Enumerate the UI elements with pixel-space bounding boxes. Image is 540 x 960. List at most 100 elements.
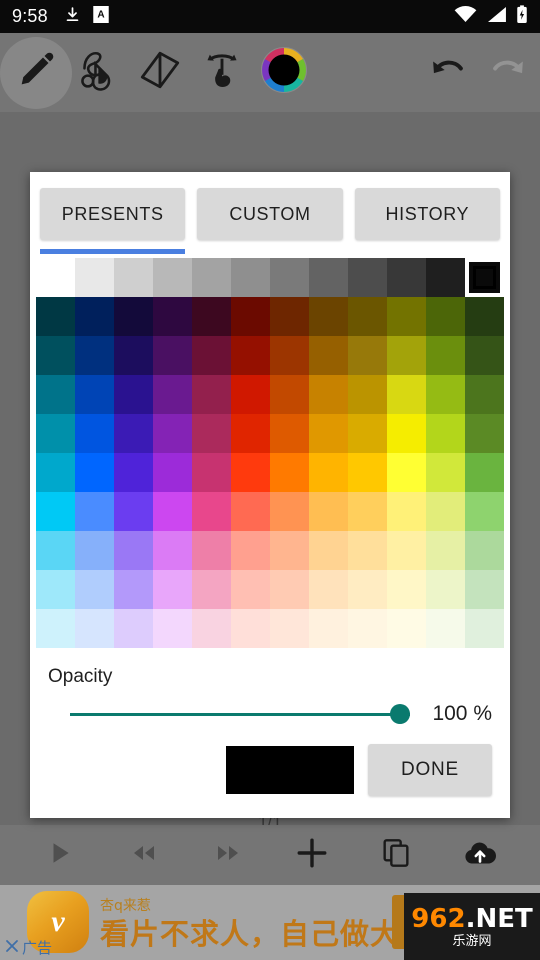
duplicate-frame-button[interactable] — [369, 829, 423, 881]
color-swatch[interactable] — [153, 375, 192, 414]
opacity-slider[interactable] — [70, 702, 410, 726]
color-swatch[interactable] — [36, 375, 75, 414]
color-swatch[interactable] — [309, 375, 348, 414]
color-swatch[interactable] — [153, 492, 192, 531]
redo-button[interactable] — [478, 37, 540, 109]
color-swatch[interactable] — [387, 258, 426, 297]
color-swatch[interactable] — [270, 375, 309, 414]
color-swatch[interactable] — [309, 297, 348, 336]
previous-frame-button[interactable] — [117, 829, 171, 881]
color-swatch[interactable] — [426, 258, 465, 297]
color-picker-tool[interactable] — [253, 37, 315, 109]
transform-tool[interactable] — [191, 37, 253, 109]
color-swatch[interactable] — [153, 258, 192, 297]
color-swatch[interactable] — [387, 375, 426, 414]
color-swatch[interactable] — [426, 336, 465, 375]
color-swatch[interactable] — [153, 570, 192, 609]
color-swatch[interactable] — [387, 414, 426, 453]
color-swatch[interactable] — [270, 492, 309, 531]
color-swatch[interactable] — [465, 258, 504, 297]
color-swatch[interactable] — [465, 453, 504, 492]
color-swatch[interactable] — [114, 609, 153, 648]
color-swatch[interactable] — [426, 375, 465, 414]
color-swatch[interactable] — [36, 336, 75, 375]
color-swatch[interactable] — [114, 414, 153, 453]
color-swatch[interactable] — [114, 297, 153, 336]
color-swatch[interactable] — [192, 375, 231, 414]
color-swatch[interactable] — [75, 531, 114, 570]
color-swatch[interactable] — [114, 453, 153, 492]
color-swatch[interactable] — [465, 531, 504, 570]
color-swatch[interactable] — [75, 258, 114, 297]
color-swatch[interactable] — [231, 492, 270, 531]
color-swatch[interactable] — [387, 492, 426, 531]
color-swatch[interactable] — [426, 414, 465, 453]
color-swatch[interactable] — [75, 414, 114, 453]
color-swatch[interactable] — [231, 336, 270, 375]
color-swatch[interactable] — [192, 570, 231, 609]
color-swatch[interactable] — [231, 453, 270, 492]
color-swatch[interactable] — [426, 453, 465, 492]
color-swatch[interactable] — [192, 531, 231, 570]
color-swatch[interactable] — [348, 375, 387, 414]
color-swatch[interactable] — [309, 570, 348, 609]
color-swatch[interactable] — [309, 336, 348, 375]
color-swatch[interactable] — [231, 570, 270, 609]
color-swatch[interactable] — [465, 297, 504, 336]
color-swatch[interactable] — [465, 336, 504, 375]
color-swatch[interactable] — [192, 492, 231, 531]
color-swatch[interactable] — [270, 297, 309, 336]
color-swatch[interactable] — [426, 609, 465, 648]
color-swatch[interactable] — [231, 297, 270, 336]
color-swatch[interactable] — [231, 531, 270, 570]
color-swatch[interactable] — [231, 414, 270, 453]
next-frame-button[interactable] — [201, 829, 255, 881]
color-swatch[interactable] — [348, 336, 387, 375]
color-swatch[interactable] — [465, 414, 504, 453]
color-swatch[interactable] — [75, 453, 114, 492]
color-swatch[interactable] — [348, 297, 387, 336]
color-swatch[interactable] — [387, 531, 426, 570]
color-swatch[interactable] — [348, 453, 387, 492]
color-swatch[interactable] — [75, 570, 114, 609]
color-swatch[interactable] — [465, 375, 504, 414]
color-swatch[interactable] — [114, 492, 153, 531]
color-swatch[interactable] — [231, 258, 270, 297]
color-swatch[interactable] — [153, 297, 192, 336]
color-swatch[interactable] — [192, 609, 231, 648]
color-swatch[interactable] — [114, 375, 153, 414]
color-swatch[interactable] — [75, 609, 114, 648]
color-swatch[interactable] — [114, 570, 153, 609]
color-swatch[interactable] — [114, 531, 153, 570]
color-swatch[interactable] — [348, 258, 387, 297]
color-swatch[interactable] — [114, 336, 153, 375]
color-swatch[interactable] — [36, 258, 75, 297]
color-swatch[interactable] — [270, 336, 309, 375]
color-swatch[interactable] — [387, 336, 426, 375]
pencil-tool[interactable] — [0, 36, 72, 109]
color-swatch[interactable] — [36, 570, 75, 609]
color-swatch[interactable] — [465, 570, 504, 609]
tab-presents[interactable]: PRESENTS — [40, 188, 186, 254]
color-swatch[interactable] — [348, 531, 387, 570]
color-swatch[interactable] — [348, 492, 387, 531]
color-swatch[interactable] — [231, 375, 270, 414]
color-swatch[interactable] — [231, 609, 270, 648]
color-swatch[interactable] — [270, 570, 309, 609]
color-swatch[interactable] — [309, 453, 348, 492]
tab-history[interactable]: HISTORY — [354, 188, 500, 240]
color-swatch[interactable] — [426, 570, 465, 609]
color-swatch[interactable] — [348, 570, 387, 609]
color-swatch[interactable] — [36, 531, 75, 570]
color-swatch[interactable] — [309, 414, 348, 453]
color-swatch[interactable] — [36, 414, 75, 453]
color-swatch[interactable] — [153, 453, 192, 492]
color-swatch[interactable] — [426, 492, 465, 531]
color-palette-grid[interactable] — [30, 258, 510, 648]
color-swatch[interactable] — [36, 453, 75, 492]
color-swatch[interactable] — [192, 297, 231, 336]
color-swatch[interactable] — [192, 414, 231, 453]
color-swatch[interactable] — [309, 531, 348, 570]
color-swatch[interactable] — [75, 492, 114, 531]
color-swatch[interactable] — [192, 258, 231, 297]
